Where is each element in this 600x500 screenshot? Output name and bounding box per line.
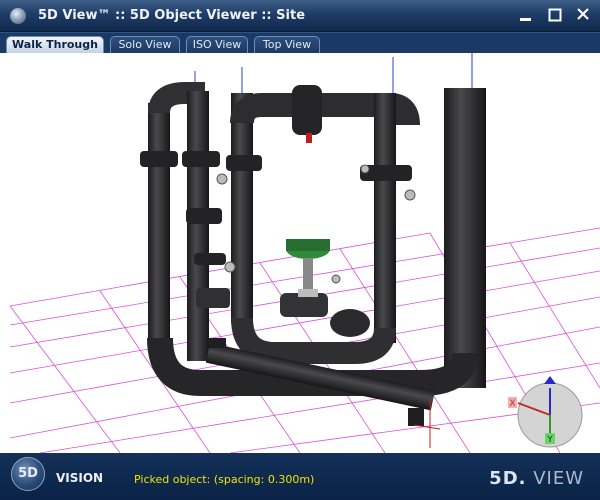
close-button[interactable] <box>570 4 596 26</box>
tab-walk-through[interactable]: Walk Through <box>6 36 104 53</box>
brand-main: 5D. <box>489 468 527 489</box>
title-bar[interactable]: 5D View™ :: 5D Object Viewer :: Site <box>0 0 600 32</box>
tab-top-view[interactable]: Top View <box>254 36 320 53</box>
orientation-gizmo[interactable]: X Y <box>508 376 583 448</box>
3d-viewport[interactable]: X Y <box>0 53 600 453</box>
close-icon <box>577 8 589 20</box>
pipe-assembly[interactable] <box>140 82 486 448</box>
app-icon[interactable] <box>10 8 26 24</box>
view-tabs: Walk Through Solo View ISO View Top View <box>0 32 600 53</box>
window-title: 5D View™ :: 5D Object Viewer :: Site <box>38 8 306 23</box>
gizmo-y-label: Y <box>546 435 553 445</box>
brand-suffix: VIEW <box>526 468 584 489</box>
brand-logo: 5D. VIEW <box>489 468 584 489</box>
tab-solo-view[interactable]: Solo View <box>110 36 180 53</box>
vision-label: VISION <box>56 471 104 485</box>
minimize-button[interactable] <box>513 4 539 26</box>
control-valve-actuator <box>286 239 330 297</box>
maximize-icon <box>548 8 562 22</box>
minimize-icon <box>520 18 531 21</box>
status-bar: 5D VISION Picked object: (spacing: 0.300… <box>0 453 600 500</box>
gizmo-x-label: X <box>509 399 515 409</box>
tab-iso-view[interactable]: ISO View <box>186 36 248 53</box>
vision-logo: 5D <box>11 457 45 491</box>
picked-object-status: Picked object: (spacing: 0.300m) <box>134 473 315 486</box>
maximize-button[interactable] <box>542 4 568 26</box>
